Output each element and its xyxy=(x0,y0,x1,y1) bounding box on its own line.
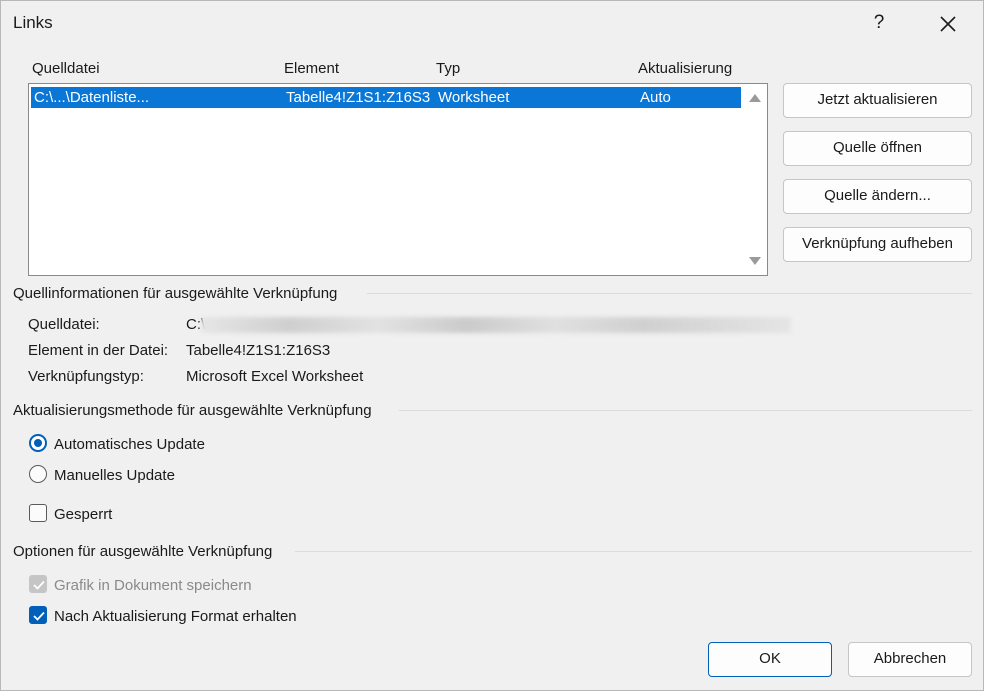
close-icon xyxy=(940,16,956,32)
link-type-value: Microsoft Excel Worksheet xyxy=(186,368,364,385)
change-source-button[interactable]: Quelle ändern... xyxy=(783,179,972,214)
automatic-update-label[interactable]: Automatisches Update xyxy=(54,436,205,453)
cancel-button[interactable]: Abbrechen xyxy=(848,642,972,677)
links-list[interactable]: C:\...\Datenliste... Tabelle4!Z1S1:Z16S3… xyxy=(28,83,768,276)
column-header-update[interactable]: Aktualisierung xyxy=(638,60,732,77)
source-file-label: Quelldatei: xyxy=(28,316,100,333)
checkmark-icon xyxy=(33,611,45,621)
divider xyxy=(399,410,972,411)
element-value: Tabelle4!Z1S1:Z16S3 xyxy=(186,342,331,359)
column-header-element[interactable]: Element xyxy=(284,60,339,77)
divider xyxy=(295,551,972,552)
ok-button[interactable]: OK xyxy=(708,642,832,677)
row-update: Auto xyxy=(640,89,671,106)
save-graphic-label: Grafik in Dokument speichern xyxy=(54,577,252,594)
keep-format-label[interactable]: Nach Aktualisierung Format erhalten xyxy=(54,608,297,625)
divider xyxy=(367,293,972,294)
save-graphic-checkbox[interactable] xyxy=(29,575,47,593)
locked-label[interactable]: Gesperrt xyxy=(54,506,112,523)
help-button[interactable]: ? xyxy=(867,11,891,35)
keep-format-checkbox[interactable] xyxy=(29,606,47,624)
dialog-title: Links xyxy=(13,13,53,32)
column-header-type[interactable]: Typ xyxy=(436,60,460,77)
row-element: Tabelle4!Z1S1:Z16S3 xyxy=(286,89,431,106)
update-method-heading: Aktualisierungsmethode für ausgewählte V… xyxy=(13,402,372,419)
options-heading: Optionen für ausgewählte Verknüpfung xyxy=(13,543,273,560)
redacted-path xyxy=(201,317,791,333)
link-type-label: Verknüpfungstyp: xyxy=(28,368,144,385)
update-now-button[interactable]: Jetzt aktualisieren xyxy=(783,83,972,118)
source-info-heading: Quellinformationen für ausgewählte Verkn… xyxy=(13,285,338,302)
locked-checkbox[interactable] xyxy=(29,504,47,522)
list-scrollbar[interactable] xyxy=(743,84,767,275)
automatic-update-radio[interactable] xyxy=(29,434,47,452)
table-row[interactable]: C:\...\Datenliste... Tabelle4!Z1S1:Z16S3… xyxy=(31,87,741,108)
scroll-down-icon[interactable] xyxy=(749,257,761,265)
checkmark-icon xyxy=(33,580,45,590)
manual-update-radio[interactable] xyxy=(29,465,47,483)
links-dialog: Links ? Quelldatei Element Typ Aktualisi… xyxy=(0,0,984,691)
close-button[interactable] xyxy=(933,9,963,39)
scroll-up-icon[interactable] xyxy=(749,94,761,102)
open-source-button[interactable]: Quelle öffnen xyxy=(783,131,972,166)
row-source: C:\...\Datenliste... xyxy=(34,89,150,106)
title-bar: Links ? xyxy=(1,1,983,47)
break-link-button[interactable]: Verknüpfung aufheben xyxy=(783,227,972,262)
manual-update-label[interactable]: Manuelles Update xyxy=(54,467,175,484)
element-label: Element in der Datei: xyxy=(28,342,169,359)
column-header-source[interactable]: Quelldatei xyxy=(32,60,100,77)
row-type: Worksheet xyxy=(438,89,510,106)
